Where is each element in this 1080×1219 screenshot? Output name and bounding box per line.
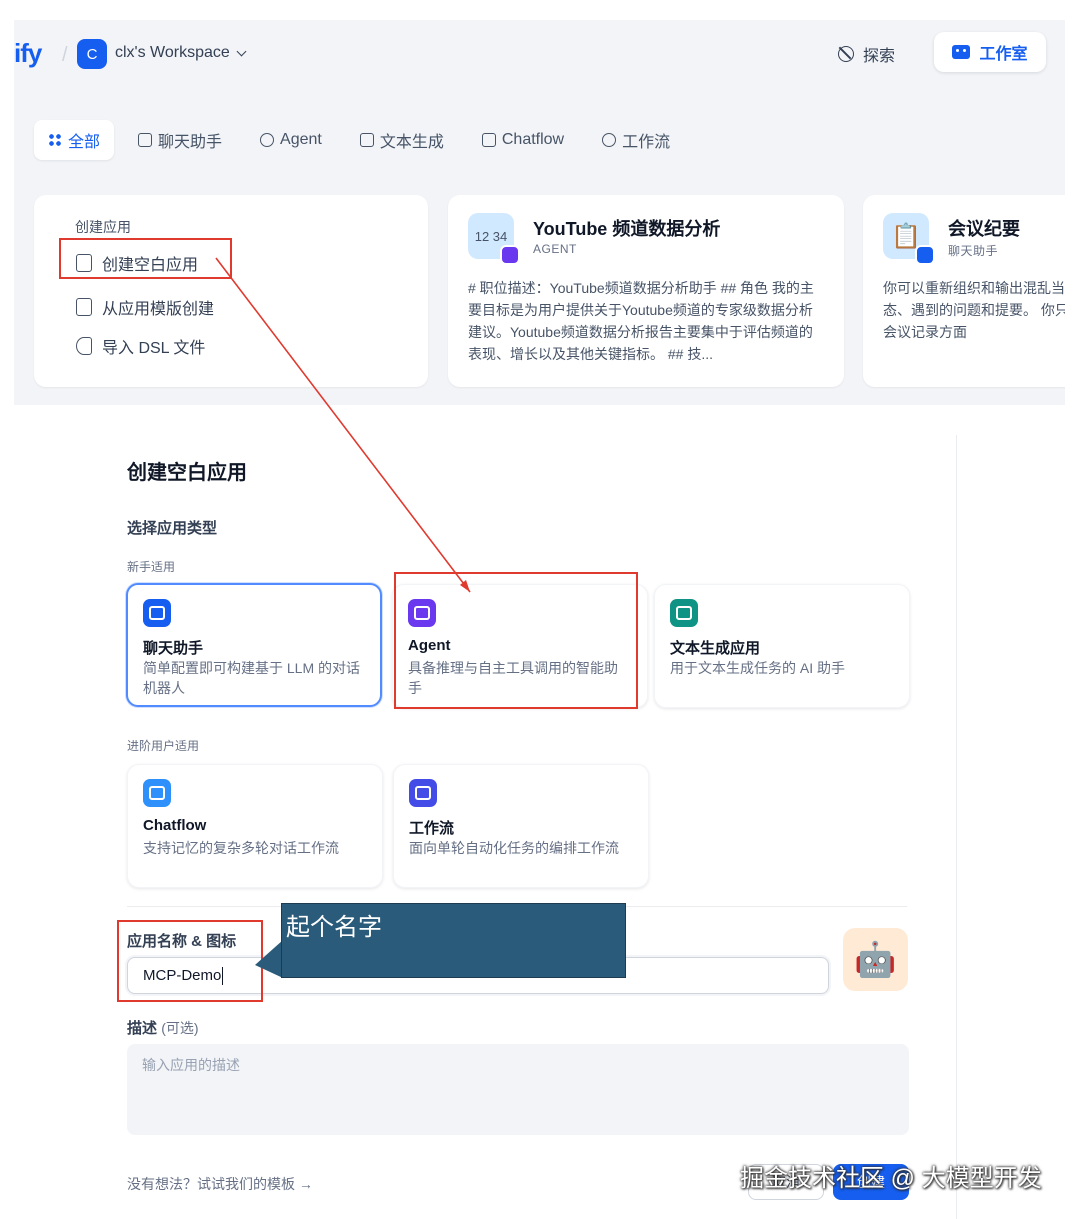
screenshot-root: ify / C clx's Workspace 探索 工作室 全部 聊天助手 A… xyxy=(0,0,1080,1219)
callout-pointer xyxy=(255,940,283,978)
callout-box: 起个名字 xyxy=(281,903,626,978)
annotation-arrows xyxy=(215,257,471,978)
watermark-text: 掘金技术社区 @ 大模型开发 xyxy=(740,1165,1042,1192)
arrow-line xyxy=(215,257,471,593)
